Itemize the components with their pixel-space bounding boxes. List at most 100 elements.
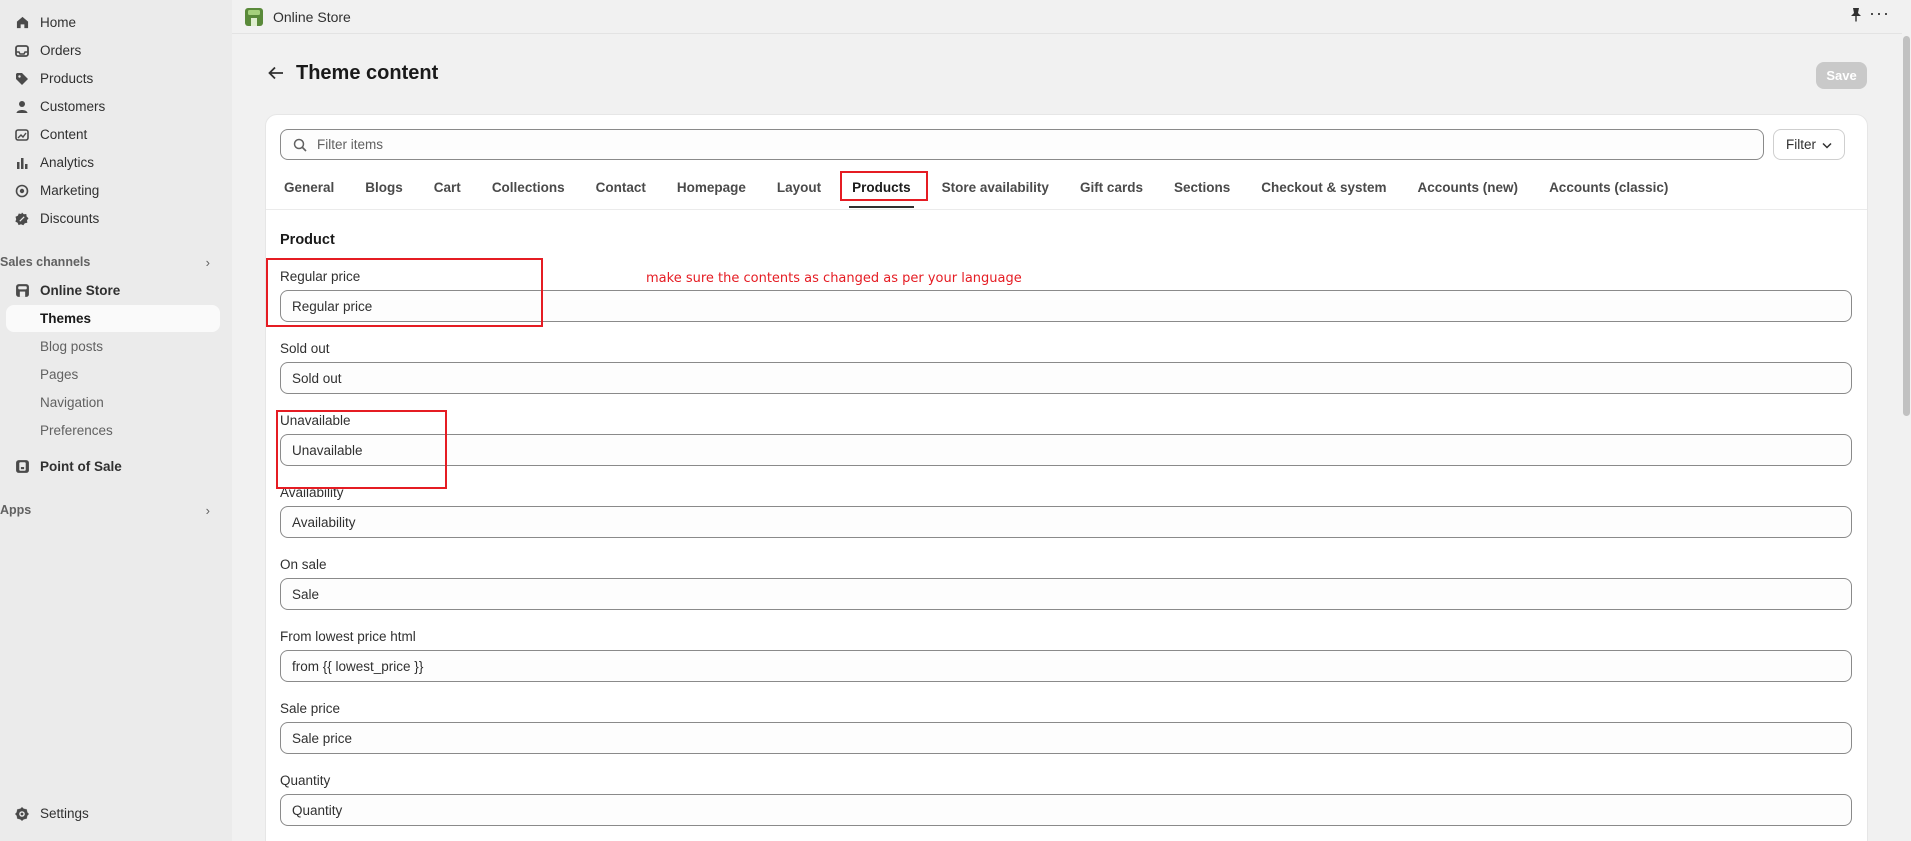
unavailable-input[interactable] [280, 434, 1852, 466]
tab-contact[interactable]: Contact [587, 172, 655, 202]
tag-icon [14, 71, 30, 87]
filter-items-input[interactable] [317, 137, 1717, 152]
on-sale-input[interactable] [280, 578, 1852, 610]
sidebar-item-label: Marketing [40, 183, 100, 198]
field-label-sale-price: Sale price [280, 701, 341, 716]
sidebar-item-label: Orders [40, 43, 82, 58]
online-store-icon [244, 7, 264, 27]
apps-label: Apps [0, 503, 32, 517]
section-title: Product [280, 232, 335, 248]
sidebar-item-label: Pages [40, 367, 79, 382]
sales-channels-label: Sales channels [0, 255, 91, 269]
sidebar-item-content[interactable]: Content [6, 121, 220, 148]
sidebar-item-discounts[interactable]: Discounts [6, 205, 220, 232]
top-bar: Online Store ··· [232, 0, 1902, 34]
apps-header[interactable]: Apps › [0, 499, 220, 521]
sidebar-item-label: Discounts [40, 211, 100, 226]
sidebar-item-preferences[interactable]: Preferences [6, 417, 220, 444]
store-icon [14, 283, 30, 299]
sidebar-item-label: Blog posts [40, 339, 104, 354]
tab-divider [266, 209, 1867, 210]
page-title: Theme content [296, 62, 439, 84]
sidebar-item-navigation[interactable]: Navigation [6, 389, 220, 416]
sidebar-item-home[interactable]: Home [6, 9, 220, 36]
pin-icon[interactable] [1850, 7, 1862, 25]
tab-sections[interactable]: Sections [1165, 172, 1239, 202]
filter-button[interactable]: Filter [1773, 129, 1845, 160]
tab-collections[interactable]: Collections [483, 172, 574, 202]
tab-homepage[interactable]: Homepage [668, 172, 755, 202]
app-title: Online Store [273, 8, 351, 25]
sidebar-item-label: Home [40, 15, 77, 30]
field-label-regular-price: Regular price [280, 269, 361, 284]
tab-layout[interactable]: Layout [768, 172, 830, 202]
availability-input[interactable] [280, 506, 1852, 538]
pos-icon [14, 459, 30, 475]
field-label-quantity: Quantity [280, 773, 331, 788]
filter-items-field[interactable] [280, 129, 1764, 160]
annotation-note: make sure the contents as changed as per… [646, 271, 1022, 286]
tab-blogs[interactable]: Blogs [356, 172, 412, 202]
sidebar-item-online-store[interactable]: Online Store [6, 277, 220, 304]
sold-out-input[interactable] [280, 362, 1852, 394]
inbox-icon [14, 43, 30, 59]
sidebar-item-blog-posts[interactable]: Blog posts [6, 333, 220, 360]
field-label-sold-out: Sold out [280, 341, 330, 356]
sidebar-item-label: Analytics [40, 155, 95, 170]
filter-button-label: Filter [1786, 137, 1816, 152]
search-icon [293, 138, 307, 152]
home-icon [14, 15, 30, 31]
tab-store-availability[interactable]: Store availability [933, 172, 1058, 202]
field-label-unavailable: Unavailable [280, 413, 351, 428]
sidebar-item-orders[interactable]: Orders [6, 37, 220, 64]
sidebar-item-label: Products [40, 71, 94, 86]
tab-general[interactable]: General [275, 172, 343, 202]
quantity-input[interactable] [280, 794, 1852, 826]
sidebar-item-label: Settings [40, 806, 89, 821]
sale-price-input[interactable] [280, 722, 1852, 754]
tab-cart[interactable]: Cart [425, 172, 470, 202]
target-icon [14, 183, 30, 199]
sidebar-item-label: Customers [40, 99, 106, 114]
sidebar-item-analytics[interactable]: Analytics [6, 149, 220, 176]
sidebar-item-settings[interactable]: Settings [6, 800, 220, 827]
save-button[interactable]: Save [1816, 62, 1867, 89]
discount-icon [14, 211, 30, 227]
sidebar-item-customers[interactable]: Customers [6, 93, 220, 120]
sidebar-item-themes[interactable]: Themes [6, 305, 220, 332]
page-scrollbar[interactable] [1902, 34, 1911, 841]
sidebar-item-point-of-sale[interactable]: Point of Sale [6, 453, 220, 480]
chevron-right-icon: › [205, 502, 210, 518]
sidebar-item-label: Point of Sale [40, 459, 122, 474]
sidebar-item-label: Content [40, 127, 88, 142]
tab-checkout-system[interactable]: Checkout & system [1252, 172, 1395, 202]
tab-accounts-classic[interactable]: Accounts (classic) [1540, 172, 1677, 202]
regular-price-input[interactable] [280, 290, 1852, 322]
field-label-availability: Availability [280, 485, 344, 500]
more-options-icon[interactable]: ··· [1869, 3, 1890, 24]
image-icon [14, 127, 30, 143]
chevron-down-icon [1822, 137, 1832, 152]
sidebar-item-label: Themes [40, 311, 92, 326]
tab-accounts-new[interactable]: Accounts (new) [1409, 172, 1528, 202]
sidebar-item-marketing[interactable]: Marketing [6, 177, 220, 204]
sidebar-item-products[interactable]: Products [6, 65, 220, 92]
tab-bar: General Blogs Cart Collections Contact H… [275, 172, 1690, 208]
sidebar-item-pages[interactable]: Pages [6, 361, 220, 388]
field-label-on-sale: On sale [280, 557, 327, 572]
sales-channels-header[interactable]: Sales channels › [0, 251, 220, 273]
back-arrow-icon[interactable] [268, 64, 284, 85]
scrollbar-thumb[interactable] [1903, 36, 1910, 416]
sidebar-item-label: Preferences [40, 423, 113, 438]
tab-gift-cards[interactable]: Gift cards [1071, 172, 1152, 202]
sidebar-item-label: Navigation [40, 395, 104, 410]
field-label-from-lowest-price: From lowest price html [280, 629, 416, 644]
from-lowest-price-input[interactable] [280, 650, 1852, 682]
sidebar: Home Orders Products Customers Content A… [0, 0, 232, 841]
sidebar-item-label: Online Store [40, 283, 121, 298]
person-icon [14, 99, 30, 115]
gear-icon [14, 806, 30, 822]
bar-chart-icon [14, 155, 30, 171]
tab-products[interactable]: Products [843, 172, 920, 208]
chevron-right-icon: › [205, 254, 210, 270]
